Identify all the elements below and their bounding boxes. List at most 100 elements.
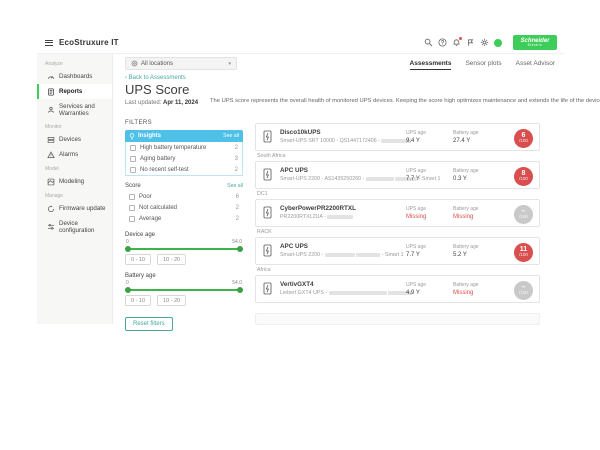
insights-label: Insights [138, 133, 161, 139]
location-selector[interactable]: All locations ▾ [125, 57, 237, 70]
checkbox[interactable] [129, 194, 135, 200]
insights-see-all-link[interactable]: See all [223, 133, 239, 139]
redacted-text [327, 215, 353, 219]
notifications-icon[interactable] [451, 38, 461, 48]
checkbox[interactable] [130, 145, 136, 151]
hamburger-menu-icon[interactable] [45, 40, 53, 46]
filter-count: 2 [235, 145, 238, 151]
ups-device-icon [263, 168, 272, 181]
sidebar-section-monitor: Monitor [37, 120, 112, 132]
device-location: Africa [257, 267, 540, 273]
ups-device-icon [263, 206, 272, 219]
flag-icon[interactable] [465, 38, 475, 48]
filter-score-average[interactable]: Average 2 [125, 213, 243, 224]
checkbox[interactable] [130, 167, 136, 173]
device-age-slider[interactable] [126, 246, 242, 252]
ups-age-column: UPS age4.9 Y [406, 282, 426, 296]
ups-device-icon [263, 282, 272, 295]
location-selector-value: All locations [141, 61, 173, 67]
slider-handle-max[interactable] [237, 246, 243, 252]
score-badge: –/100 [514, 205, 533, 224]
device-card-apc-ups-2[interactable]: APC UPS Smart-UPS 2200 - - Smart 1 UPS a… [255, 237, 540, 265]
search-icon[interactable] [423, 38, 433, 48]
tab-assessments[interactable]: Assessments [410, 60, 452, 70]
filter-score-poor[interactable]: Poor 6 [125, 191, 243, 202]
ups-age-column: UPS age7.7 Y [406, 168, 426, 182]
filter-no-recent-self-test[interactable]: No recent self-test 2 [126, 164, 242, 175]
score-badge: –/100 [514, 281, 533, 300]
insights-header[interactable]: Insights See all [125, 130, 243, 142]
battery-age-max: 54.0 [232, 280, 242, 286]
battery-age-column: Battery age27.4 Y [453, 130, 479, 144]
ecostruxure-app-window: EcoStruxure IT [37, 32, 565, 324]
device-card-vertivgxt4[interactable]: VertivGXT4 Liebert GXT4 UPS - UPS age4.9… [255, 275, 540, 303]
checkbox[interactable] [129, 205, 135, 211]
score-filter-label: Score [125, 183, 141, 189]
main-content: All locations ▾ Assessments Sensor plots… [113, 54, 565, 324]
slider-track[interactable] [126, 248, 242, 250]
chevron-down-icon: ▾ [228, 61, 231, 67]
sidebar-item-alarms[interactable]: Alarms [37, 147, 112, 162]
battery-age-range-values: 0 54.0 [125, 280, 243, 286]
checkbox[interactable] [129, 216, 135, 222]
sidebar-item-devices[interactable]: Devices [37, 132, 112, 147]
device-age-chips: 0 - 10 10 - 20 [125, 254, 243, 265]
filter-count: 2 [236, 216, 239, 222]
sidebar-item-reports[interactable]: Reports [37, 84, 112, 99]
ups-age-column: UPS age7.7 Y [406, 244, 426, 258]
ups-device-icon [263, 130, 272, 143]
device-age-min: 0 [126, 239, 129, 245]
insights-filter-group: High battery temperature 2 Aging battery… [125, 142, 243, 176]
sidebar-section-model: Model [37, 162, 112, 174]
battery-age-chip-10-20[interactable]: 10 - 20 [157, 295, 186, 306]
battery-age-slider[interactable] [126, 287, 242, 293]
help-icon[interactable] [437, 38, 447, 48]
tab-sensor-plots[interactable]: Sensor plots [465, 60, 501, 70]
device-card-apc-ups-1[interactable]: APC UPS Smart-UPS 2200 - AS1435250260 - … [255, 161, 540, 189]
score-filter-header: Score See all [125, 183, 243, 189]
ups-age-column: UPS ageMissing [406, 206, 426, 220]
device-card-cyberpower[interactable]: CyberPowerPR2200RTXL PR2200RTXL2UA - UPS… [255, 199, 540, 227]
slider-handle-min[interactable] [125, 246, 131, 252]
score-see-all-link[interactable]: See all [227, 183, 243, 189]
battery-age-chip-0-10[interactable]: 0 - 10 [125, 295, 151, 306]
filters-panel: FILTERS Insights See all High battery te… [125, 120, 243, 331]
tab-asset-advisor[interactable]: Asset Advisor [516, 60, 555, 70]
device-name: VertivGXT4 [280, 281, 314, 288]
filter-score-not-calculated[interactable]: Not calculated 2 [125, 202, 243, 213]
location-pin-icon [131, 60, 138, 67]
filter-aging-battery[interactable]: Aging battery 3 [126, 153, 242, 164]
score-badge: 8/100 [514, 167, 533, 186]
device-name: Disco10kUPS [280, 129, 321, 136]
device-age-chip-10-20[interactable]: 10 - 20 [157, 254, 186, 265]
score-badge: 11/100 [514, 243, 533, 262]
reset-filters-button[interactable]: Reset filters [125, 317, 173, 331]
sidebar-item-modeling[interactable]: Modeling [37, 174, 112, 189]
account-status-icon[interactable] [493, 38, 503, 48]
sidebar-item-device-configuration[interactable]: Device configuration [37, 216, 112, 237]
sidebar-item-services-warranties[interactable]: Services and Warranties [37, 99, 112, 120]
back-to-assessments-link[interactable]: ‹ Back to Assessments [125, 75, 186, 81]
settings-gear-icon[interactable] [479, 38, 489, 48]
device-name: APC UPS [280, 243, 308, 250]
device-card-disco10kups[interactable]: Disco10kUPS Smart-UPS SRT 10000 - QS1447… [255, 123, 540, 151]
ecostruxure-logo[interactable]: EcoStruxure IT [59, 38, 119, 47]
slider-handle-min[interactable] [125, 287, 131, 293]
filter-count: 3 [235, 156, 238, 162]
filter-high-battery-temperature[interactable]: High battery temperature 2 [126, 142, 242, 153]
battery-age-label: Battery age [125, 273, 243, 279]
device-location [257, 305, 540, 311]
slider-track[interactable] [126, 289, 242, 291]
device-location: South Africa [257, 153, 540, 159]
battery-age-column: Battery ageMissing [453, 206, 479, 220]
checkbox[interactable] [130, 156, 136, 162]
slider-handle-max[interactable] [237, 287, 243, 293]
device-location: DC1 [257, 191, 540, 197]
filter-count: 2 [235, 167, 238, 173]
device-configuration-icon [47, 223, 55, 231]
device-group: CyberPowerPR2200RTXL PR2200RTXL2UA - UPS… [255, 199, 540, 235]
schneider-electric-logo[interactable]: Schneider Electric [513, 35, 557, 50]
device-age-chip-0-10[interactable]: 0 - 10 [125, 254, 151, 265]
sidebar-item-firmware-update[interactable]: Firmware update [37, 201, 112, 216]
sidebar-item-dashboards[interactable]: Dashboards [37, 69, 112, 84]
